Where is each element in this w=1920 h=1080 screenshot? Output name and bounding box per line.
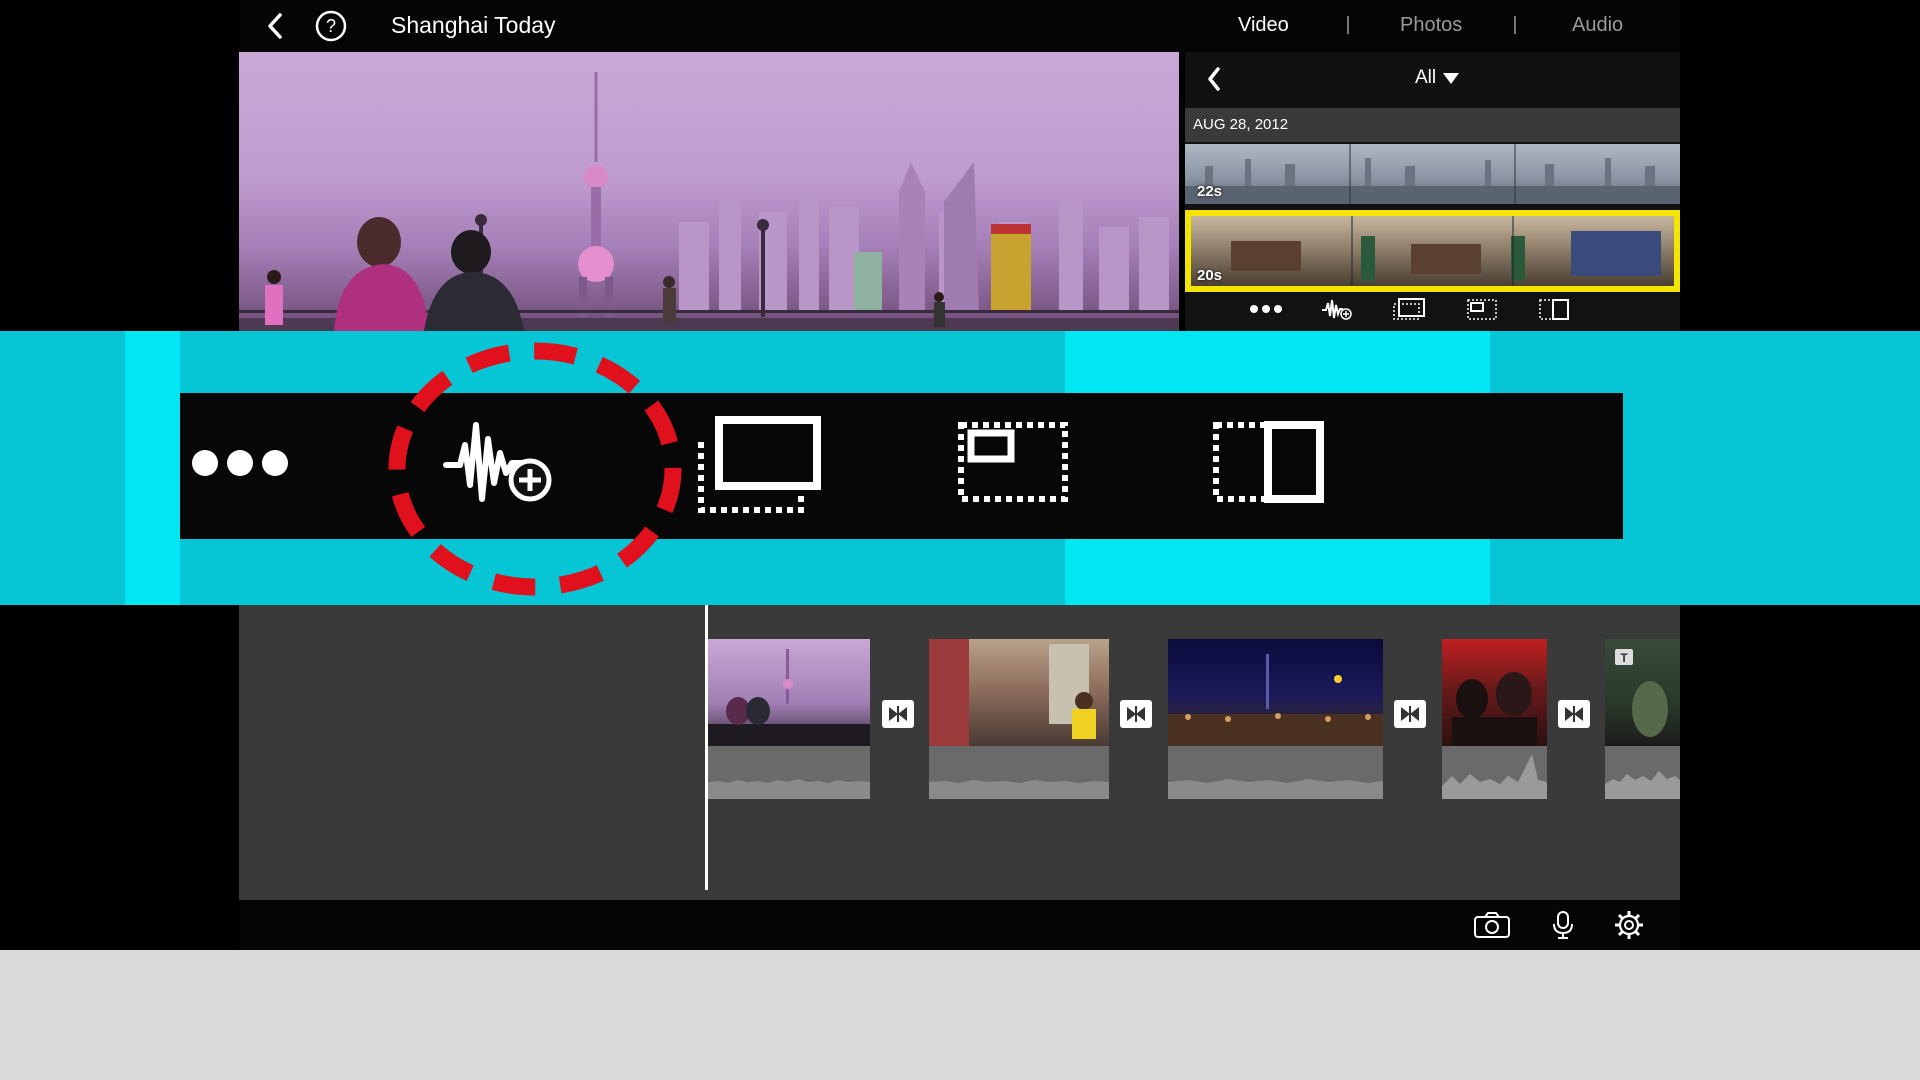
filter-dropdown[interactable]: All bbox=[1415, 67, 1460, 89]
help-icon[interactable]: ? bbox=[313, 8, 349, 44]
split-screen-icon[interactable] bbox=[1536, 296, 1572, 322]
cutaway-icon[interactable] bbox=[693, 411, 823, 516]
settings-gear-icon[interactable] bbox=[1610, 907, 1648, 943]
clip-filmstrip-image bbox=[1185, 144, 1680, 204]
clip-duration: 20s bbox=[1197, 267, 1223, 284]
clip-thumbnail bbox=[929, 639, 1109, 746]
timeline-clip[interactable]: T bbox=[1605, 639, 1680, 799]
svg-text:T: T bbox=[1620, 651, 1628, 665]
letterbox-footer bbox=[0, 950, 1920, 1080]
timeline-clip[interactable] bbox=[929, 639, 1109, 799]
browser-back-chevron-icon[interactable] bbox=[1199, 64, 1229, 94]
bowtie-transition-icon[interactable] bbox=[1558, 700, 1590, 728]
zoom-callout-band bbox=[0, 331, 1920, 605]
bowtie-transition-icon[interactable] bbox=[1120, 700, 1152, 728]
media-browser: All AUG 28, 2012 22s 20s bbox=[1185, 52, 1680, 331]
picture-in-picture-icon[interactable] bbox=[1464, 296, 1500, 322]
more-icon[interactable] bbox=[180, 433, 300, 493]
clip-thumbnail bbox=[708, 639, 870, 746]
top-bar: ? Shanghai Today Video Photos Audio bbox=[239, 0, 1680, 52]
bottom-bar bbox=[239, 900, 1680, 950]
svg-text:?: ? bbox=[326, 16, 336, 36]
clip-filmstrip-image bbox=[1191, 216, 1674, 286]
camera-icon[interactable] bbox=[1473, 907, 1511, 943]
project-title: Shanghai Today bbox=[391, 12, 556, 38]
clip-thumbnail: T bbox=[1605, 639, 1680, 746]
tab-photos[interactable]: Photos bbox=[1400, 14, 1462, 37]
clip-thumbnail bbox=[1168, 639, 1383, 746]
bowtie-transition-icon[interactable] bbox=[1394, 700, 1426, 728]
date-section-header: AUG 28, 2012 bbox=[1185, 108, 1680, 142]
media-clip[interactable]: 22s bbox=[1185, 144, 1680, 204]
timeline-clip[interactable] bbox=[1442, 639, 1547, 799]
audio-waveform bbox=[1605, 746, 1680, 799]
tab-audio[interactable]: Audio bbox=[1572, 14, 1623, 37]
audio-waveform bbox=[1442, 746, 1547, 799]
viewer-frame-image bbox=[239, 72, 1179, 331]
clip-duration: 22s bbox=[1197, 183, 1223, 200]
timeline[interactable]: T bbox=[239, 605, 1680, 900]
video-viewer[interactable] bbox=[239, 52, 1179, 331]
tab-divider bbox=[1514, 16, 1516, 34]
media-clip-selected[interactable]: 20s bbox=[1185, 210, 1680, 292]
dropdown-triangle-icon bbox=[1443, 73, 1460, 84]
picture-in-picture-icon[interactable] bbox=[955, 411, 1075, 516]
browser-header: All bbox=[1185, 52, 1680, 108]
split-screen-icon[interactable] bbox=[1210, 411, 1330, 516]
audio-waveform bbox=[1168, 746, 1383, 799]
tab-divider bbox=[1347, 16, 1349, 34]
filter-label: All bbox=[1415, 67, 1437, 88]
audio-waveform bbox=[929, 746, 1109, 799]
microphone-icon[interactable] bbox=[1544, 907, 1582, 943]
audio-waveform bbox=[708, 746, 870, 799]
audio-add-icon[interactable] bbox=[1319, 296, 1355, 322]
highlight-dashed-circle bbox=[388, 342, 682, 596]
back-chevron-icon[interactable] bbox=[257, 8, 293, 44]
more-icon[interactable] bbox=[1248, 296, 1284, 322]
clip-thumbnail bbox=[1442, 639, 1547, 746]
bowtie-transition-icon[interactable] bbox=[882, 700, 914, 728]
timeline-clip[interactable] bbox=[1168, 639, 1383, 799]
timeline-clip[interactable] bbox=[708, 639, 870, 799]
cutaway-icon[interactable] bbox=[1391, 296, 1427, 322]
tab-video[interactable]: Video bbox=[1238, 14, 1289, 37]
